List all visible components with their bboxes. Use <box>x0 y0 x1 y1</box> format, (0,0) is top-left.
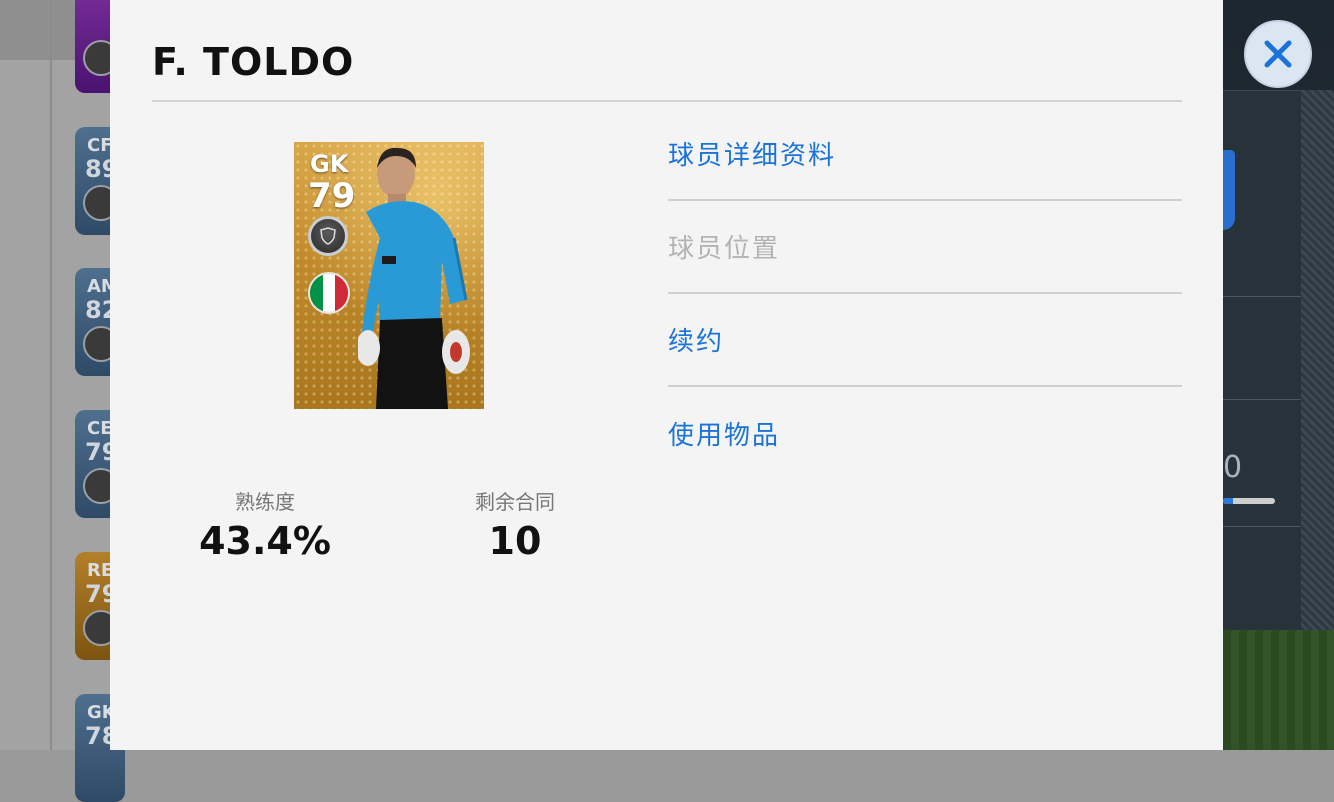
close-icon <box>1264 40 1292 68</box>
roster-card-position: CF <box>87 135 113 156</box>
renew-contract-button[interactable]: 续约 <box>668 294 1182 387</box>
use-item-label: 使用物品 <box>668 421 781 451</box>
background-progress-bar <box>1223 498 1275 504</box>
renew-contract-label: 续约 <box>668 327 725 357</box>
stadium-pitch <box>1223 630 1334 750</box>
player-position-label: 球员位置 <box>668 234 781 264</box>
title-divider <box>152 100 1182 102</box>
background-panel-divider <box>1223 399 1301 400</box>
proficiency-value: 43.4% <box>199 519 331 563</box>
contract-value: 10 <box>488 519 542 563</box>
player-portrait <box>358 147 470 409</box>
stadium-crowd <box>1301 90 1334 630</box>
card-rating: 79 <box>308 176 356 216</box>
close-button[interactable] <box>1244 20 1312 88</box>
use-item-button[interactable]: 使用物品 <box>668 387 1182 480</box>
proficiency-label: 熟练度 <box>235 490 295 514</box>
background-panel-divider <box>1223 526 1301 527</box>
player-card[interactable]: GK 79 <box>294 142 484 409</box>
roster-card-position: CE <box>87 418 113 439</box>
player-menu: 球员详细资料 球员位置 续约 使用物品 <box>668 108 1182 480</box>
player-details-button[interactable]: 球员详细资料 <box>668 108 1182 201</box>
contract-label: 剩余合同 <box>475 490 555 514</box>
italy-flag-icon <box>308 272 350 314</box>
background-panel-divider <box>1223 296 1301 297</box>
card-position: GK <box>310 150 349 178</box>
proficiency-stat: 熟练度 43.4% <box>170 486 360 563</box>
player-details-label: 球员详细资料 <box>668 141 837 171</box>
club-badge-icon <box>308 216 348 256</box>
player-position-button[interactable]: 球员位置 <box>668 201 1182 294</box>
player-name: F. TOLDO <box>152 40 355 84</box>
team-shield-icon <box>1223 150 1235 230</box>
contract-stat: 剩余合同 10 <box>420 486 610 563</box>
background-roster: CF 89 AM 82 CE 79 RE 79 GK 78 <box>0 0 125 802</box>
background-stadium: 0 <box>1223 0 1334 750</box>
player-options-modal: F. TOLDO GK 79 熟练度 43.4% 剩余合同 10 球员详细资料 … <box>110 0 1223 750</box>
background-divider <box>50 0 52 750</box>
background-value: 0 <box>1223 450 1243 485</box>
